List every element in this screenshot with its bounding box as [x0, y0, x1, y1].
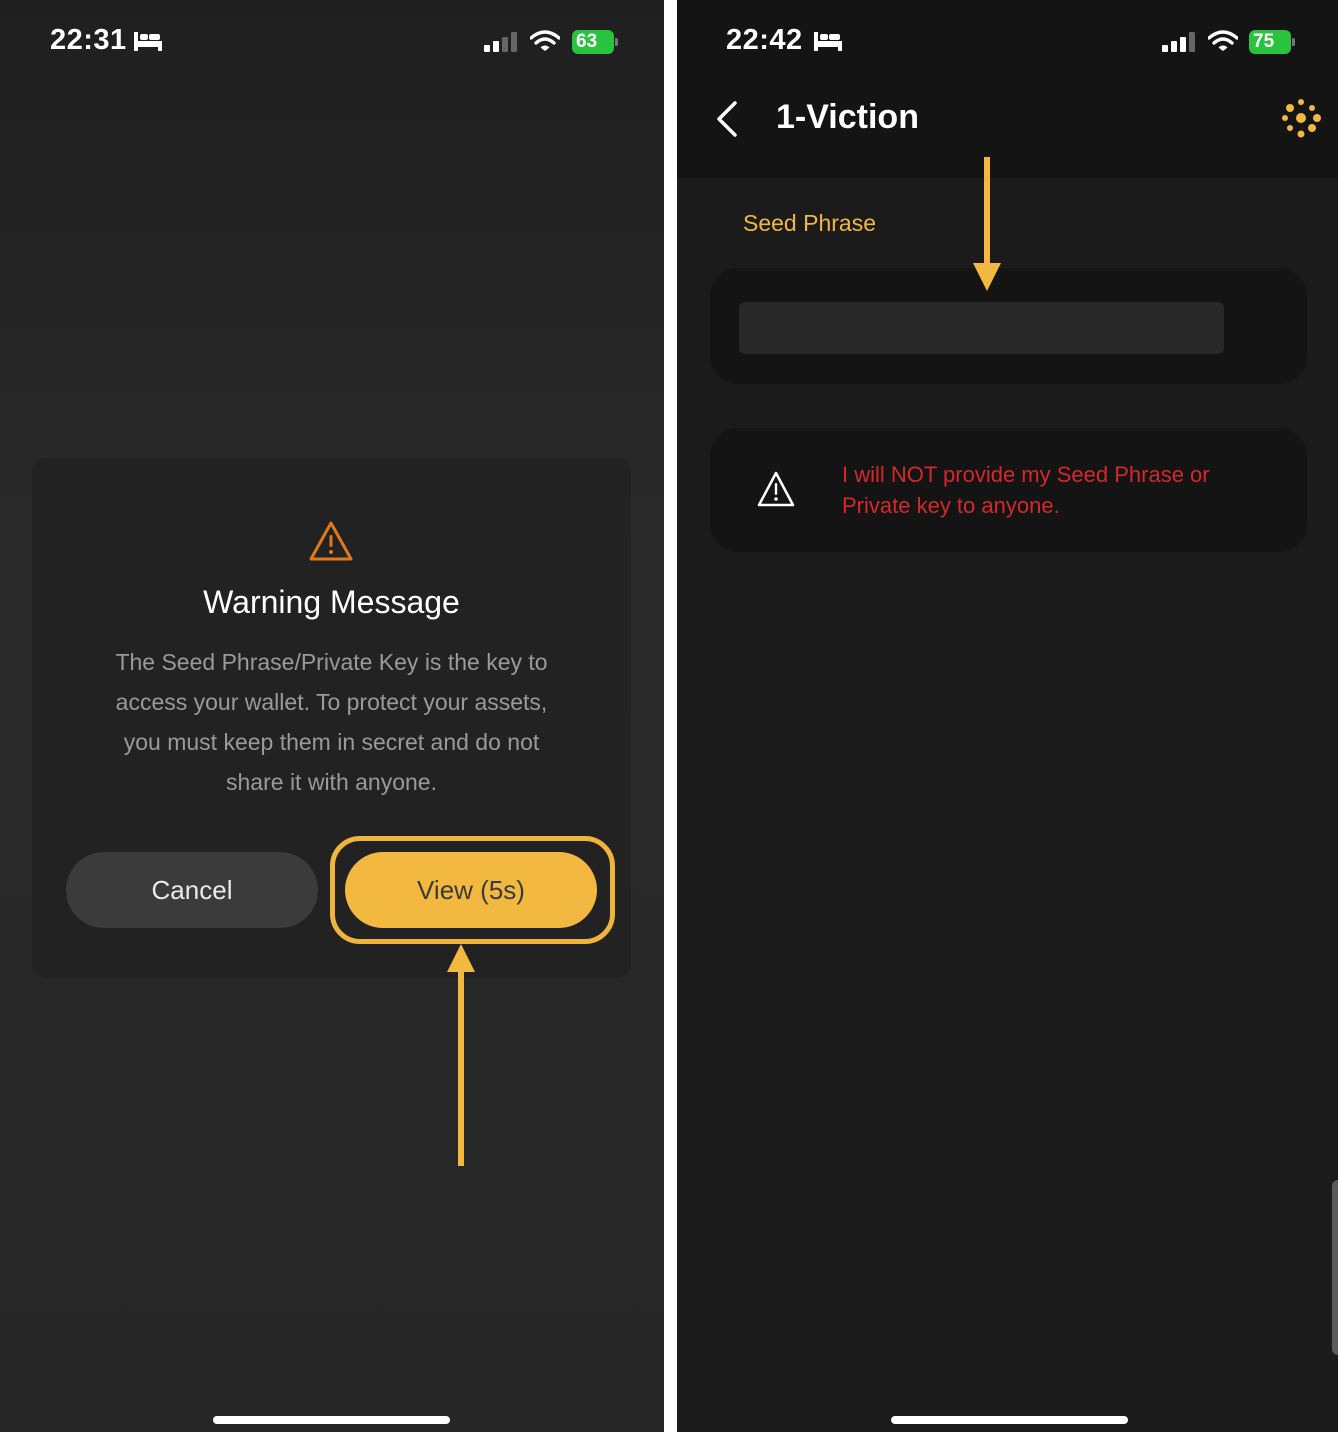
warning-text: I will NOT provide my Seed Phrase or Pri… [842, 462, 1210, 518]
left-screen: 22:31 63 Warning Message The Seed Phrase… [0, 0, 664, 1432]
page-title: 1-Viction [776, 98, 919, 136]
arrow-down-icon [973, 157, 1001, 291]
dialog-title: Warning Message [203, 584, 460, 620]
battery-level: 75 [1253, 31, 1275, 52]
battery-level: 63 [576, 31, 598, 52]
cellular-signal-icon [1162, 32, 1195, 52]
status-time: 22:42 [726, 24, 803, 56]
battery-icon: 63 [572, 30, 618, 54]
sleep-bed-icon [134, 32, 162, 51]
cancel-button[interactable]: Cancel [66, 852, 318, 928]
warning-triangle-icon [309, 521, 353, 561]
view-button[interactable]: View (5s) [345, 852, 597, 928]
warning-triangle-icon [757, 471, 795, 507]
battery-icon: 75 [1249, 30, 1295, 54]
seed-phrase-card [710, 268, 1307, 384]
dialog-message: The Seed Phrase/Private Key is the key t… [115, 649, 548, 795]
home-indicator [891, 1416, 1128, 1424]
viction-logo-icon[interactable] [1281, 98, 1321, 138]
sleep-bed-icon [814, 32, 842, 51]
right-screen: 22:42 75 1-Viction Seed Phrase I will NO… [677, 0, 1338, 1432]
chevron-left-icon[interactable] [715, 100, 739, 138]
seed-phrase-label: Seed Phrase [743, 210, 876, 236]
status-time: 22:31 [50, 24, 127, 56]
seed-phrase-field[interactable] [739, 302, 1224, 354]
warning-card: I will NOT provide my Seed Phrase or Pri… [710, 428, 1307, 552]
scroll-edge [1332, 1180, 1338, 1355]
arrow-up-icon [447, 944, 475, 1166]
wifi-icon [1208, 30, 1238, 51]
cellular-signal-icon [484, 32, 517, 52]
home-indicator [213, 1416, 450, 1424]
wifi-icon [530, 30, 560, 51]
